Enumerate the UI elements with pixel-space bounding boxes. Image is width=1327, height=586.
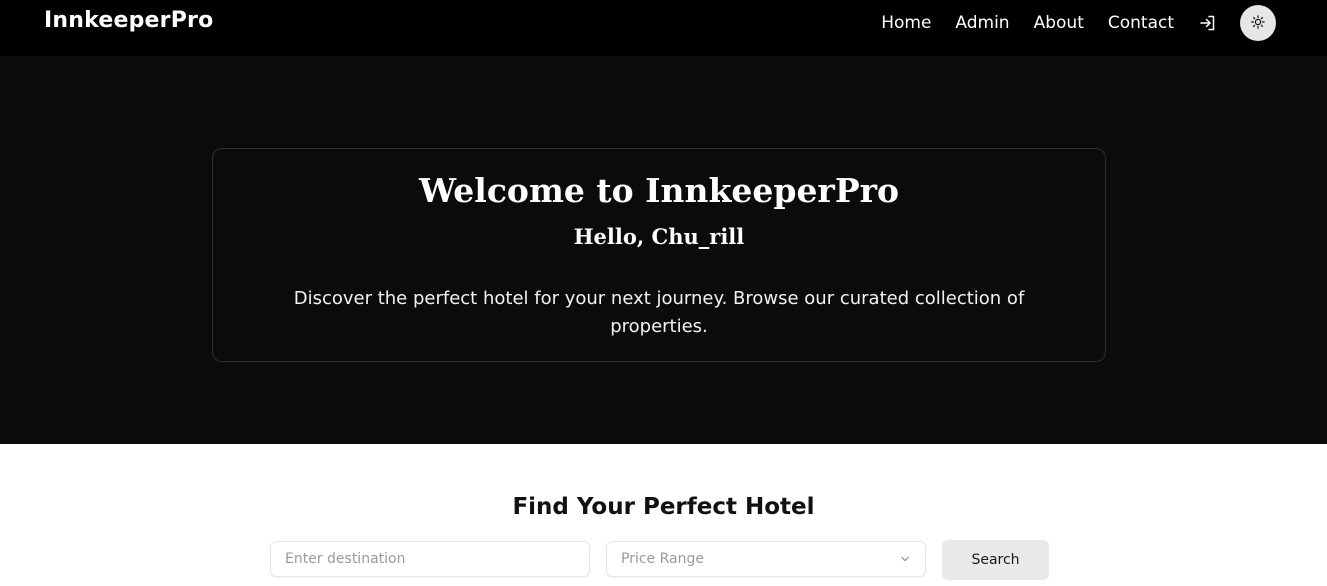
hero-description: Discover the perfect hotel for your next… bbox=[293, 288, 1025, 337]
search-button[interactable]: Search bbox=[942, 540, 1049, 580]
sun-icon bbox=[1251, 14, 1265, 33]
hero-card: Welcome to InnkeeperPro Hello, Chu_rill … bbox=[212, 148, 1106, 362]
user-greeting: Hello, Chu_rill bbox=[573, 224, 745, 249]
chevron-down-icon bbox=[899, 550, 911, 569]
login-icon[interactable] bbox=[1198, 13, 1218, 33]
nav-link-about[interactable]: About bbox=[1034, 13, 1084, 33]
search-section: Find Your Perfect Hotel Price Range Sear… bbox=[0, 444, 1327, 586]
price-range-label: Price Range bbox=[621, 551, 704, 567]
hero-title: Welcome to InnkeeperPro bbox=[418, 171, 900, 210]
navbar: InnkeeperPro Home Admin About Contact bbox=[0, 0, 1327, 56]
brand-logo[interactable]: InnkeeperPro bbox=[44, 8, 213, 33]
price-range-select[interactable]: Price Range bbox=[606, 541, 926, 577]
nav-link-contact[interactable]: Contact bbox=[1108, 13, 1174, 33]
hero-section: Welcome to InnkeeperPro Hello, Chu_rill … bbox=[0, 56, 1327, 444]
nav-links: Home Admin About Contact bbox=[881, 5, 1276, 41]
search-title: Find Your Perfect Hotel bbox=[512, 494, 815, 520]
nav-link-home[interactable]: Home bbox=[881, 13, 931, 33]
nav-link-admin[interactable]: Admin bbox=[955, 13, 1009, 33]
destination-input[interactable] bbox=[270, 541, 590, 577]
theme-toggle-button[interactable] bbox=[1240, 5, 1276, 41]
